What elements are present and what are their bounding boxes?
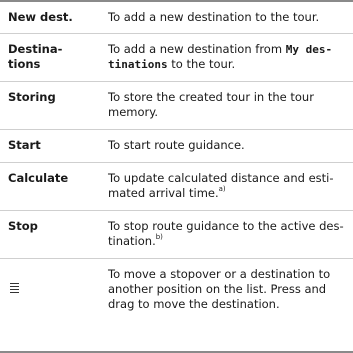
- desc-line: To update calculated distance and esti-: [108, 171, 334, 185]
- desc-text: To add a new destination from: [108, 42, 286, 56]
- row-key-line: tions: [8, 57, 41, 71]
- table-row: Destina- tions To add a new destination …: [0, 34, 353, 82]
- row-description: To start route guidance.: [108, 138, 245, 152]
- row-key: Destina- tions: [0, 34, 98, 81]
- table-row: To move a stopover or a destination to a…: [0, 259, 353, 353]
- row-key: Calculate: [8, 171, 69, 185]
- desc-line: To stop route guidance to the active des…: [108, 219, 344, 233]
- row-key: Start: [8, 138, 41, 152]
- desc-text: to the tour.: [167, 57, 236, 71]
- row-description: To store the created tour in the tour me…: [98, 82, 353, 129]
- desc-line: tination.: [108, 234, 156, 248]
- row-description: To stop route guidance to the active des…: [98, 211, 353, 258]
- drag-handle-icon: [10, 283, 19, 295]
- row-key: New dest.: [8, 10, 73, 24]
- row-description: To add a new destination from My des- ti…: [98, 34, 353, 81]
- row-key-line: Destina-: [8, 42, 63, 56]
- table-row: Start To start route guidance.: [0, 130, 353, 163]
- row-description: To update calculated distance and esti- …: [98, 163, 353, 210]
- table-row: Stop To stop route guidance to the activ…: [0, 211, 353, 259]
- row-description: To add a new destination to the tour.: [108, 10, 320, 24]
- table-row: Storing To store the created tour in the…: [0, 82, 353, 130]
- menu-name-code: tinations: [108, 58, 168, 71]
- function-table: New dest. To add a new destination to th…: [0, 0, 353, 353]
- footnote-marker: b): [155, 233, 163, 242]
- desc-line: memory.: [108, 105, 159, 119]
- desc-line: To move a stopover or a destination to: [108, 267, 331, 281]
- row-key: Stop: [8, 219, 38, 233]
- row-description: To move a stopover or a destination to a…: [98, 259, 353, 351]
- desc-line: drag to move the destination.: [108, 297, 280, 311]
- desc-line: mated arrival time.: [108, 186, 219, 200]
- footnote-marker: a): [218, 185, 226, 194]
- row-key: Storing: [8, 90, 56, 104]
- menu-name-code: My des-: [285, 43, 333, 56]
- table-row: New dest. To add a new destination to th…: [0, 0, 353, 34]
- desc-line: another position on the list. Press and: [108, 282, 327, 296]
- row-key: [0, 259, 98, 351]
- desc-line: To store the created tour in the tour: [108, 90, 314, 104]
- table-row: Calculate To update calculated distance …: [0, 163, 353, 211]
